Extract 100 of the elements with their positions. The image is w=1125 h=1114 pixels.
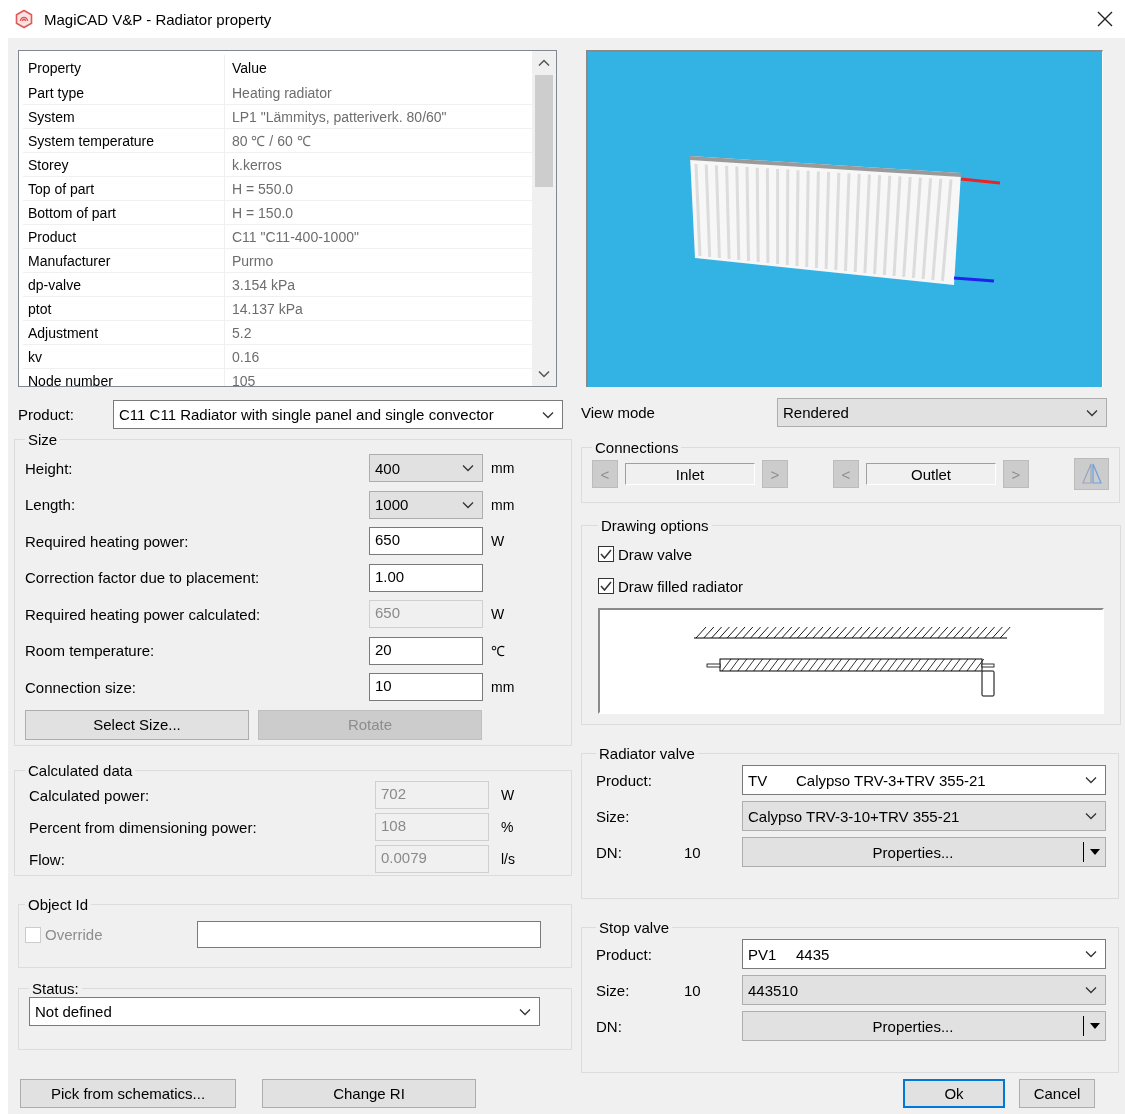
group-title: Size	[27, 431, 59, 448]
unit-label: W	[491, 606, 505, 623]
dropdown-value: Calypso TRV-3-10+TRV 355-21	[748, 807, 961, 825]
chevron-down-icon	[1085, 776, 1097, 784]
checkbox-label: Draw valve	[618, 545, 693, 563]
chevron-down-icon	[462, 464, 474, 473]
chevron-down-icon	[1085, 950, 1097, 958]
checkbox[interactable]	[598, 578, 614, 594]
property-value: 0.16	[231, 348, 260, 365]
property-value: 14.137 kPa	[231, 300, 303, 317]
dialog-button[interactable]: Cancel	[1019, 1079, 1095, 1108]
field-label: Percent from dimensioning power:	[28, 818, 258, 836]
unit-label: mm	[491, 460, 515, 477]
scrollbar-thumb[interactable]	[535, 75, 553, 187]
product-name: Calypso TRV-3+TRV 355-21	[796, 771, 987, 789]
unit-label: ℃	[491, 642, 505, 661]
input-field[interactable]: 20	[369, 636, 483, 665]
property-name: ptot	[23, 297, 225, 320]
action-button[interactable]: Change RI	[262, 1079, 476, 1108]
unit-label: mm	[491, 679, 515, 696]
property-name: Node number	[23, 369, 225, 386]
property-name: Manufacturer	[23, 249, 225, 272]
chevron-down-icon	[1085, 986, 1097, 994]
field-label: Flow:	[28, 850, 66, 868]
dropdown-value: 1000	[375, 496, 410, 514]
field-label: Required heating power calculated:	[25, 605, 262, 623]
size-dropdown[interactable]: 443510	[742, 975, 1106, 1005]
action-button[interactable]: Pick from schematics...	[20, 1079, 236, 1108]
group-title: Drawing options	[600, 517, 710, 534]
readonly-field: 702	[375, 781, 489, 809]
app-logo-icon	[14, 9, 34, 29]
property-name: System	[23, 105, 225, 128]
product-name: 4435	[796, 945, 831, 963]
property-value: LP1 "Lämmitys, patteriverk. 80/60"	[231, 108, 447, 125]
field-label: DN:	[596, 1017, 623, 1035]
product-dropdown[interactable]: C11 C11 Radiator with single panel and single convector	[113, 400, 563, 429]
close-icon[interactable]	[1097, 11, 1113, 27]
caret-icon	[1088, 848, 1101, 856]
product-dropdown[interactable]: TV Calypso TRV-3+TRV 355-21	[742, 765, 1106, 795]
group-title: Stop valve	[598, 919, 671, 936]
scroll-up-icon[interactable]	[538, 59, 550, 67]
property-value: 105	[231, 372, 256, 386]
unit-label: W	[491, 533, 505, 550]
property-value: 3.154 kPa	[231, 276, 296, 293]
status-dropdown[interactable]: Not defined	[29, 997, 540, 1026]
property-name: Adjustment	[23, 321, 225, 344]
property-name: Top of part	[23, 177, 225, 200]
field-label: Calculated power:	[28, 786, 151, 804]
unit-label: %	[501, 819, 514, 835]
window-title: MagiCAD V&P - Radiator property	[44, 10, 273, 28]
property-name: System temperature	[23, 129, 225, 152]
dialog-button[interactable]: Ok	[903, 1079, 1005, 1108]
field-label: Connection size:	[25, 678, 137, 696]
dropdown-value: C11 C11 Radiator with single panel and single convector	[119, 406, 495, 423]
group-title: Connections	[594, 439, 680, 456]
product-code: TV	[748, 771, 769, 789]
chevron-down-icon	[519, 1007, 531, 1016]
chevron-down-icon	[1086, 408, 1098, 417]
dropdown-value: 400	[375, 459, 402, 477]
dn-value: 10	[684, 843, 701, 861]
readonly-field: 0.0079	[375, 845, 489, 873]
size-dropdown[interactable]: 1000	[369, 490, 483, 519]
checkbox-label: Draw filled radiator	[618, 577, 744, 595]
readonly-field: 108	[375, 813, 489, 841]
size-dropdown[interactable]: 400	[369, 454, 483, 483]
view-mode-dropdown[interactable]: Rendered	[777, 398, 1107, 427]
group-title: Object Id	[27, 896, 90, 913]
scroll-down-icon[interactable]	[538, 370, 550, 378]
property-value: k.kerros	[231, 156, 282, 173]
connection-field: Inlet	[625, 463, 755, 485]
property-name: dp-valve	[23, 273, 225, 296]
field-label: Product:	[596, 945, 653, 963]
input-field[interactable]: 1.00	[369, 563, 483, 592]
field-label: Size:	[596, 981, 631, 999]
checkbox-label: Override	[45, 926, 103, 943]
property-value: Purmo	[231, 252, 274, 269]
property-value: H = 150.0	[231, 204, 294, 221]
property-value: Heating radiator	[231, 84, 332, 101]
property-name: kv	[23, 345, 225, 368]
field-label: Product:	[596, 771, 653, 789]
checkbox[interactable]	[598, 546, 614, 562]
property-name: Part type	[23, 81, 225, 104]
action-button[interactable]: Select Size...	[25, 709, 249, 740]
property-value: 5.2	[231, 324, 252, 341]
field-label: Required heating power:	[25, 532, 190, 550]
property-value: C11 "C11-400-1000"	[231, 228, 359, 245]
column-header[interactable]: Property	[23, 55, 225, 81]
column-header[interactable]: Value	[225, 60, 267, 76]
group-title: Calculated data	[27, 762, 134, 779]
group-title: Status:	[31, 980, 80, 997]
input-field[interactable]: 10	[369, 673, 483, 702]
property-name: Bottom of part	[23, 201, 225, 224]
input-field[interactable]: 650	[369, 527, 483, 556]
scrollbar[interactable]	[532, 51, 556, 386]
property-value: 80 ℃ / 60 ℃	[231, 132, 311, 150]
input-field[interactable]	[197, 921, 541, 948]
product-dropdown[interactable]: PV1 4435	[742, 939, 1106, 969]
field-label: Length:	[25, 496, 77, 514]
group-title: Radiator valve	[598, 745, 696, 762]
size-dropdown[interactable]: Calypso TRV-3-10+TRV 355-21	[742, 801, 1106, 831]
